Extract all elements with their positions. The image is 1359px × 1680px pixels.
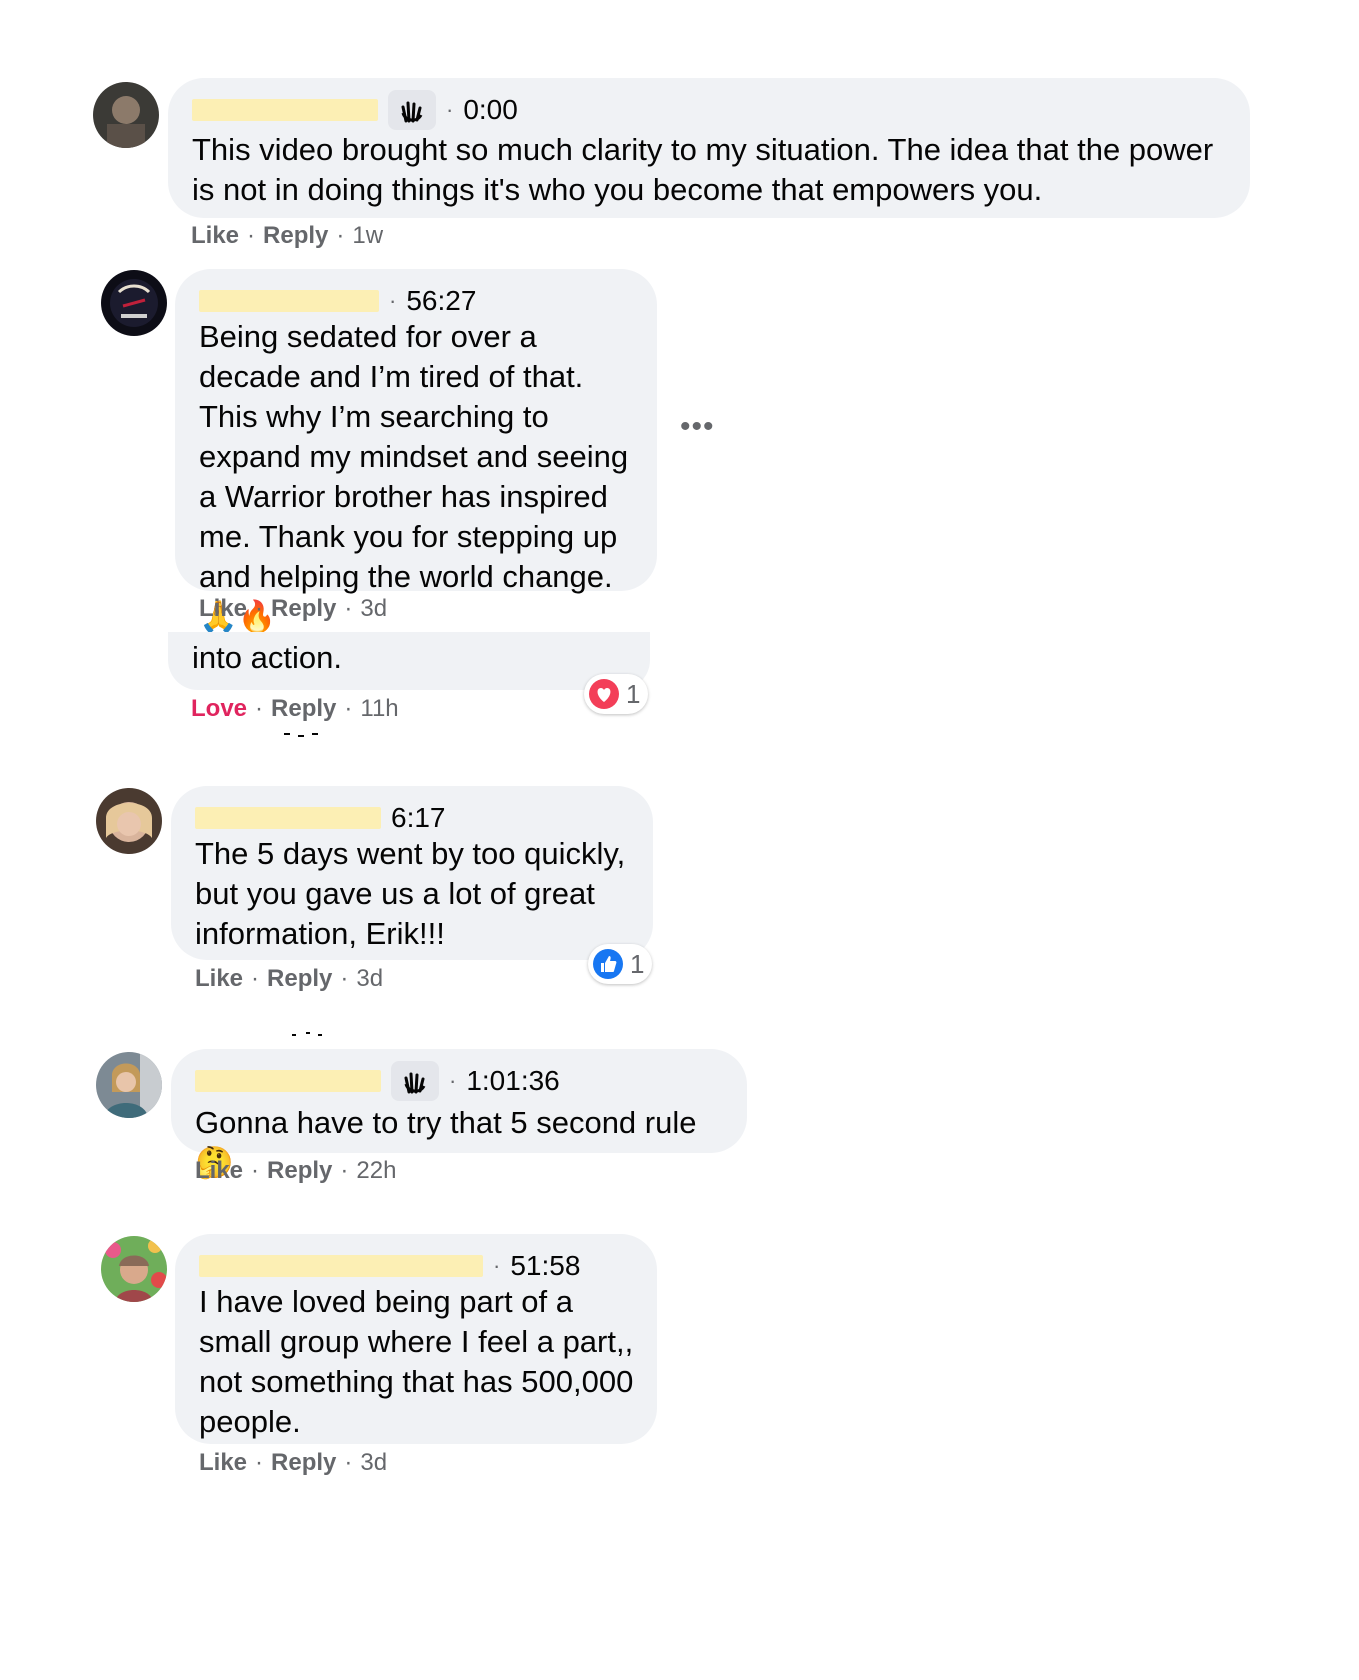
reaction-count[interactable]: 1 <box>584 674 649 714</box>
comment-text: Being sedated for over a decade and I’m … <box>199 319 629 634</box>
separator-dot: · <box>344 1449 353 1476</box>
comment-actions: Like · Reply · 3d <box>199 1449 387 1477</box>
reply-button[interactable]: Reply <box>267 965 332 993</box>
love-reaction-button[interactable]: Love <box>191 695 247 723</box>
like-button[interactable]: Like <box>195 1157 243 1185</box>
comment-actions: Like · Reply · 1w <box>191 222 383 250</box>
comment-header: · 0:00 <box>192 88 518 132</box>
comment-bubble: · 56:27 Being sedated for over a decade … <box>175 269 657 634</box>
video-timestamp[interactable]: 1:01:36 <box>466 1065 559 1097</box>
commenter-avatar[interactable] <box>101 1236 167 1302</box>
separator-dot: · <box>251 1157 260 1184</box>
separator-dot: · <box>344 595 353 622</box>
comment-age[interactable]: 3d <box>360 1449 387 1477</box>
reply-button[interactable]: Reply <box>271 695 336 723</box>
comment-bubble: · 0:00 This video brought so much clarit… <box>168 78 1250 218</box>
comment-age[interactable]: 11h <box>360 695 398 723</box>
comment-actions: Love · Reply · 11h <box>191 695 399 723</box>
comment-actions: Like · Reply · 3d <box>195 965 383 993</box>
video-timestamp[interactable]: 0:00 <box>463 94 518 126</box>
comment-text: I have loved being part of a small group… <box>199 1284 634 1439</box>
comment-text: This video brought so much clarity to my… <box>192 132 1214 207</box>
separator-dot: · <box>344 695 353 722</box>
comment-age[interactable]: 22h <box>356 1157 396 1185</box>
love-reaction-icon <box>589 679 619 709</box>
comment-text: into action. <box>192 640 342 675</box>
like-button[interactable]: Like <box>195 965 243 993</box>
reaction-count-number: 1 <box>626 678 641 709</box>
separator-dot: · <box>446 97 454 122</box>
comment-bubble: into action. <box>168 632 650 690</box>
separator-dot: · <box>493 1253 501 1278</box>
reaction-count[interactable]: 1 <box>588 944 653 984</box>
commenter-name-redacted[interactable] <box>199 1255 483 1277</box>
comment-age[interactable]: 3d <box>360 595 387 623</box>
comment-bubble: · 51:58 I have loved being part of a sma… <box>175 1234 657 1444</box>
separator-dot: · <box>336 222 345 249</box>
video-timestamp[interactable]: 6:17 <box>391 802 446 834</box>
comment-text: The 5 days went by too quickly, but you … <box>195 836 626 951</box>
commenter-avatar[interactable] <box>101 270 167 336</box>
clipped-text-fragment <box>284 726 324 737</box>
like-button[interactable]: Like <box>199 1449 247 1477</box>
separator-dot: · <box>389 288 397 313</box>
commenter-name-redacted[interactable] <box>195 807 381 829</box>
separator-dot: · <box>340 965 349 992</box>
like-button[interactable]: Like <box>191 222 239 250</box>
commenter-avatar[interactable] <box>96 788 162 854</box>
commenter-avatar[interactable] <box>93 82 159 148</box>
separator-dot: · <box>255 595 264 622</box>
reply-button[interactable]: Reply <box>271 595 336 623</box>
reaction-count-number: 1 <box>630 948 645 979</box>
separator-dot: · <box>449 1068 457 1093</box>
top-fan-badge-icon[interactable] <box>388 90 436 130</box>
video-timestamp[interactable]: 56:27 <box>406 285 476 317</box>
comment-age[interactable]: 3d <box>356 965 383 993</box>
reply-button[interactable]: Reply <box>271 1449 336 1477</box>
separator-dot: · <box>255 1449 264 1476</box>
comment-bubble: 6:17 The 5 days went by too quickly, but… <box>171 786 653 960</box>
commenter-name-redacted[interactable] <box>192 99 378 121</box>
more-options-icon[interactable]: ••• <box>680 410 715 444</box>
commenter-name-redacted[interactable] <box>195 1070 381 1092</box>
comment-actions: Like · Reply · 22h <box>195 1157 396 1185</box>
reply-button[interactable]: Reply <box>267 1157 332 1185</box>
comment-header: · 1:01:36 <box>195 1059 560 1103</box>
separator-dot: · <box>251 965 260 992</box>
commenter-avatar[interactable] <box>96 1052 162 1118</box>
top-fan-badge-icon[interactable] <box>391 1061 439 1101</box>
comment-bubble: · 1:01:36 Gonna have to try that 5 secon… <box>171 1049 747 1180</box>
commenter-name-redacted[interactable] <box>199 290 379 312</box>
reply-button[interactable]: Reply <box>263 222 328 250</box>
separator-dot: · <box>247 222 256 249</box>
video-timestamp[interactable]: 51:58 <box>510 1250 580 1282</box>
comment-age[interactable]: 1w <box>352 222 383 250</box>
like-reaction-icon <box>593 949 623 979</box>
clipped-text-fragment <box>292 1026 328 1036</box>
separator-dot: · <box>340 1157 349 1184</box>
separator-dot: · <box>255 695 264 722</box>
like-button[interactable]: Like <box>199 595 247 623</box>
comment-actions: Like · Reply · 3d <box>199 595 387 623</box>
